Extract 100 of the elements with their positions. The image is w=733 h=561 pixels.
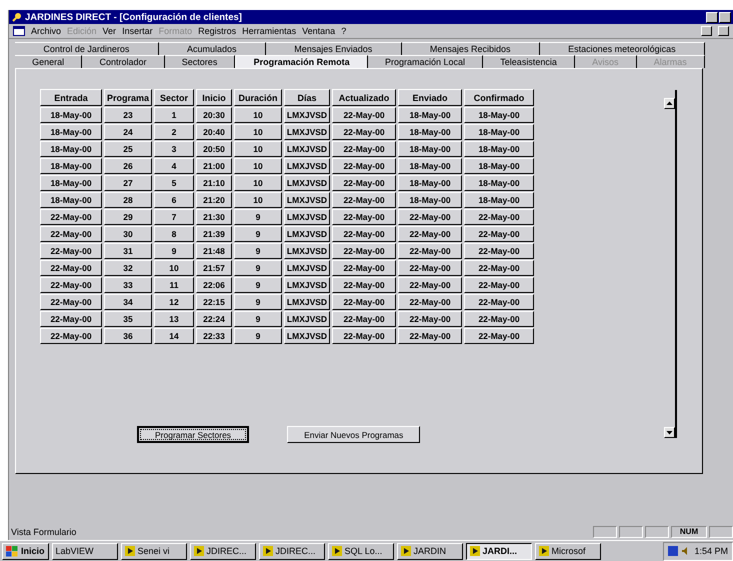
table-cell: 1	[154, 107, 194, 123]
menu-item[interactable]: Registros	[198, 26, 236, 36]
tab[interactable]: Controlador	[82, 55, 165, 68]
table-cell: 7	[154, 209, 194, 225]
table-cell: 22-May-00	[464, 294, 534, 310]
menu-item[interactable]: Ventana	[302, 26, 336, 36]
table-cell: 18-May-00	[464, 192, 534, 208]
table-cell: 10	[234, 175, 282, 191]
taskbar-button[interactable]: JARDIN	[396, 542, 463, 560]
table-cell: 21:30	[196, 209, 232, 225]
taskbar-button[interactable]: SQL Lo...	[328, 542, 394, 560]
minimize-button[interactable]	[706, 12, 718, 22]
table-cell: 3	[154, 141, 194, 157]
taskbar-button[interactable]: Microsof	[534, 542, 601, 560]
table-cell: 21:39	[196, 226, 232, 242]
table-cell: 9	[234, 328, 282, 344]
table-cell: 9	[234, 311, 282, 327]
table-cell: 22-May-00	[332, 260, 396, 276]
restore-button[interactable]	[718, 26, 729, 36]
app-icon	[194, 546, 204, 556]
taskbar-button[interactable]: LabVIEW	[52, 542, 118, 560]
table-cell: 22-May-00	[332, 277, 396, 293]
table-cell: 21:57	[196, 260, 232, 276]
scroll-down-icon[interactable]	[664, 427, 675, 438]
table-cell: 14	[154, 328, 194, 344]
table-cell: 18-May-00	[40, 175, 102, 191]
table-cell: 18-May-00	[398, 107, 462, 123]
taskbar-button[interactable]: Senei vi	[120, 542, 187, 560]
tab[interactable]: Sectores	[164, 55, 236, 68]
table-cell: 22-May-00	[40, 243, 102, 259]
table-cell: 18-May-00	[398, 158, 462, 174]
menu-item[interactable]: Archivo	[31, 26, 62, 36]
tab[interactable]: Programación Remota	[235, 55, 368, 68]
table-cell: 20:40	[196, 124, 232, 140]
tab[interactable]: Teleasistencia	[483, 55, 575, 68]
tab[interactable]: Programación Local	[368, 55, 484, 68]
table-cell: 12	[154, 294, 194, 310]
menu-item[interactable]: Insertar	[122, 26, 153, 36]
table-cell: 10	[234, 192, 282, 208]
scroll-up-icon[interactable]	[664, 98, 675, 109]
table-cell: 22-May-00	[398, 277, 462, 293]
table-cell: LMXJVSD	[284, 175, 330, 191]
table-cell: 2	[154, 124, 194, 140]
app-icon	[400, 546, 411, 556]
table-cell: 18-May-00	[464, 107, 534, 123]
table-cell: 21:00	[196, 158, 232, 174]
window-title: JARDINES DIRECT - [Configuración de clientes]	[25, 12, 242, 22]
table-cell: 22-May-00	[40, 209, 102, 225]
table-cell: 18-May-00	[398, 124, 462, 140]
tab[interactable]: Mensajes Enviados	[266, 42, 402, 55]
minimize-button[interactable]	[701, 26, 712, 36]
menu-item[interactable]: ?	[341, 26, 346, 36]
table-cell: 22-May-00	[464, 226, 534, 242]
tab[interactable]: Estaciones meteorológicas	[540, 42, 706, 55]
taskbar-button[interactable]: JDIREC...	[258, 542, 325, 560]
table-cell: 33	[104, 277, 152, 293]
table-cell: 22-May-00	[40, 277, 102, 293]
column-header: Programa	[104, 89, 152, 106]
table-cell: 11	[154, 277, 194, 293]
maximize-button[interactable]	[719, 12, 731, 22]
tab[interactable]: Acumulados	[158, 42, 266, 55]
scrollbar[interactable]	[664, 90, 677, 438]
tray-icon[interactable]	[668, 546, 678, 556]
table-cell: 9	[154, 243, 194, 259]
table-cell: 20:50	[196, 141, 232, 157]
table-cell: 18-May-00	[40, 141, 102, 157]
table-cell: 22-May-00	[398, 328, 462, 344]
tab[interactable]: General	[15, 55, 82, 68]
push-button[interactable]: Programar Sectores	[137, 426, 250, 443]
table-cell: 34	[104, 294, 152, 310]
magnifier-icon	[12, 12, 22, 22]
table-cell: 18-May-00	[398, 141, 462, 157]
table-cell: 23	[104, 107, 152, 123]
table-cell: 22-May-00	[40, 260, 102, 276]
table-cell: 35	[104, 311, 152, 327]
table-cell: 22-May-00	[464, 277, 534, 293]
table-cell: LMXJVSD	[284, 141, 330, 157]
start-button[interactable]: Inicio	[2, 542, 49, 560]
table-cell: 22-May-00	[464, 260, 534, 276]
table-cell: 22:33	[196, 328, 232, 344]
taskbar-button[interactable]: JARDI...	[466, 542, 532, 560]
table-cell: 22-May-00	[464, 209, 534, 225]
table-cell: 22-May-00	[398, 226, 462, 242]
column-header: Días	[284, 89, 330, 106]
push-button[interactable]: Enviar Nuevos Programas	[287, 426, 420, 443]
table-cell: 22-May-00	[332, 141, 396, 157]
tab[interactable]: Mensajes Recibidos	[402, 42, 540, 55]
table-cell: 22-May-00	[398, 260, 462, 276]
table-cell: 32	[104, 260, 152, 276]
clock: 1:54 PM	[694, 546, 728, 556]
menu-item[interactable]: Herramientas	[242, 26, 296, 36]
table-cell: 22-May-00	[332, 124, 396, 140]
menu-item[interactable]: Ver	[102, 26, 116, 36]
table-cell: 22-May-00	[40, 294, 102, 310]
taskbar-button[interactable]: JDIREC...	[190, 542, 256, 560]
table-cell: 18-May-00	[464, 175, 534, 191]
table-cell: 10	[234, 141, 282, 157]
table-cell: LMXJVSD	[284, 260, 330, 276]
app-icon	[124, 546, 135, 556]
tab[interactable]: Control de Jardineros	[15, 42, 159, 55]
